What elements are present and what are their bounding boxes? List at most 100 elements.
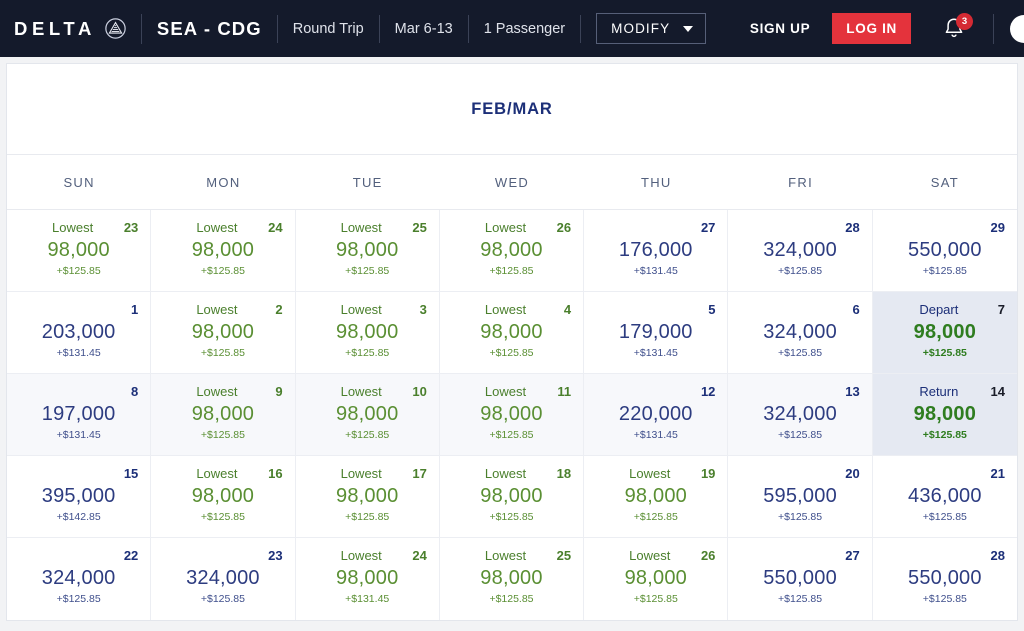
day-of-week-tue: TUE [352,175,383,190]
calendar-day-cell[interactable]: Lowest 25 98,000 +$125.85 [439,538,585,620]
fare-miles: 98,000 [624,567,687,589]
fare-taxes-fee: +$125.85 [345,347,390,359]
avatar[interactable] [1010,14,1024,43]
day-of-week-header: SUN MON TUE WED THU FRI SAT [7,155,1017,210]
cell-header: 27 [740,548,859,565]
calendar-day-cell[interactable]: Lowest 26 98,000 +$125.85 [584,538,729,620]
calendar-day-cell[interactable]: Lowest 3 98,000 +$125.85 [295,292,440,374]
calendar-day-cell[interactable]: Lowest 23 98,000 +$125.85 [7,210,152,292]
calendar-day-cell[interactable]: Lowest 24 98,000 +$131.45 [295,538,440,620]
trip-dates-label[interactable]: Mar 6-13 [395,21,453,37]
fare-taxes-fee: +$125.85 [345,511,390,523]
passenger-count-label[interactable]: 1 Passenger [484,21,565,37]
fare-miles: 324,000 [763,239,837,261]
fare-miles: 595,000 [763,485,837,507]
day-number: 22 [123,548,139,563]
day-number: 26 [700,548,716,563]
calendar-day-cell[interactable]: Lowest 16 98,000 +$125.85 [151,456,296,538]
calendar-day-cell[interactable]: Lowest 4 98,000 +$125.85 [439,292,585,374]
cell-header: 5 [596,302,715,319]
calendar-day-cell[interactable]: Lowest 18 98,000 +$125.85 [439,456,585,538]
calendar-day-cell[interactable]: 5 179,000 +$131.45 [584,292,729,374]
day-number: 13 [845,384,860,399]
calendar-day-cell[interactable]: Lowest 10 98,000 +$125.85 [295,374,440,456]
fare-miles: 324,000 [41,567,116,589]
notifications-button[interactable]: 3 [941,12,973,43]
month-title: FEB/MAR [7,64,1017,155]
fare-taxes-fee: +$125.85 [345,265,390,277]
cell-header: Lowest 24 [308,548,427,565]
fare-taxes-fee: +$125.85 [633,593,678,605]
calendar-day-cell[interactable]: 13 324,000 +$125.85 [728,374,873,456]
fare-taxes-fee: +$125.85 [633,511,678,523]
cell-header: Lowest 11 [452,384,571,401]
fare-taxes-fee: +$125.85 [778,593,823,605]
day-number: 16 [268,466,283,481]
cell-header: 23 [163,548,282,565]
calendar-day-cell[interactable]: Lowest 9 98,000 +$125.85 [151,374,296,456]
fare-miles: 324,000 [186,567,260,589]
calendar-day-cell[interactable]: 12 220,000 +$131.45 [584,374,729,456]
calendar-day-cell[interactable]: Depart 7 98,000 +$125.85 [872,292,1017,374]
calendar-day-cell[interactable]: 6 324,000 +$125.85 [728,292,873,374]
calendar-day-cell[interactable]: Lowest 2 98,000 +$125.85 [151,292,296,374]
fare-miles: 98,000 [480,321,543,343]
fare-miles: 98,000 [480,239,543,261]
lowest-fare-label: Lowest [196,384,238,399]
day-number: 28 [845,220,860,235]
sign-up-link[interactable]: SIGN UP [750,21,810,36]
day-of-week-fri: FRI [788,175,813,190]
calendar-day-cell[interactable]: 28 324,000 +$125.85 [728,210,873,292]
fare-taxes-fee: +$125.85 [489,593,534,605]
calendar-day-cell[interactable]: 28 550,000 +$125.85 [872,538,1017,620]
calendar-day-cell[interactable]: Lowest 25 98,000 +$125.85 [295,210,440,292]
day-number: 7 [997,302,1005,317]
log-in-button[interactable]: LOG IN [832,13,911,44]
calendar-day-cell[interactable]: 21 436,000 +$125.85 [872,456,1017,538]
calendar-day-cell[interactable]: Lowest 11 98,000 +$125.85 [439,374,585,456]
calendar-day-cell[interactable]: Lowest 17 98,000 +$125.85 [295,456,440,538]
fare-taxes-fee: +$131.45 [633,265,678,277]
cell-header: Lowest 25 [452,548,571,565]
fare-taxes-fee: +$125.85 [778,429,823,441]
fare-miles: 395,000 [41,485,116,507]
lowest-fare-label: Lowest [196,302,238,317]
calendar-day-cell[interactable]: 1 203,000 +$131.45 [7,292,152,374]
calendar-day-cell[interactable]: 8 197,000 +$131.45 [7,374,152,456]
modify-search-button[interactable]: MODIFY [596,13,707,44]
day-number: 23 [268,548,283,563]
day-number: 24 [268,220,283,235]
calendar-day-cell[interactable]: 22 324,000 +$125.85 [7,538,152,620]
calendar-day-cell[interactable]: Lowest 24 98,000 +$125.85 [151,210,296,292]
top-navigation-bar: DELTA SEA - CDG Round Trip Mar 6-13 1 Pa… [0,0,1024,57]
day-number: 12 [700,384,716,399]
day-number: 19 [700,466,716,481]
page-body: FEB/MAR SUN MON TUE WED THU FRI SAT Lowest 23 98… [0,57,1024,621]
lowest-fare-label: Lowest [196,466,238,481]
cell-header: 8 [19,384,138,401]
fare-miles: 436,000 [908,485,982,507]
fare-taxes-fee: +$125.85 [778,347,823,359]
calendar-day-cell[interactable]: 29 550,000 +$125.85 [872,210,1017,292]
calendar-day-cell[interactable]: 27 550,000 +$125.85 [728,538,873,620]
cell-header: Lowest 3 [308,302,427,319]
fare-miles: 324,000 [763,403,837,425]
fare-miles: 203,000 [41,321,116,343]
calendar-day-cell[interactable]: Return 14 98,000 +$125.85 [872,374,1017,456]
calendar-day-cell[interactable]: 15 395,000 +$142.85 [7,456,152,538]
fare-miles: 98,000 [191,485,255,507]
trip-type-label[interactable]: Round Trip [293,21,364,37]
calendar-day-cell[interactable]: Lowest 26 98,000 +$125.85 [439,210,585,292]
fare-calendar-card: FEB/MAR SUN MON TUE WED THU FRI SAT Lowest 23 98… [6,63,1018,621]
lowest-fare-label: Lowest [340,466,382,481]
fare-taxes-fee: +$125.85 [778,265,823,277]
delta-logo[interactable]: DELTA [14,18,126,40]
fare-miles: 98,000 [624,485,687,507]
cell-header: 20 [740,466,859,483]
fare-taxes-fee: +$125.85 [56,265,101,277]
calendar-day-cell[interactable]: 23 324,000 +$125.85 [151,538,296,620]
calendar-day-cell[interactable]: Lowest 19 98,000 +$125.85 [584,456,729,538]
calendar-day-cell[interactable]: 20 595,000 +$125.85 [728,456,873,538]
calendar-day-cell[interactable]: 27 176,000 +$131.45 [584,210,729,292]
cell-header: 6 [740,302,859,319]
